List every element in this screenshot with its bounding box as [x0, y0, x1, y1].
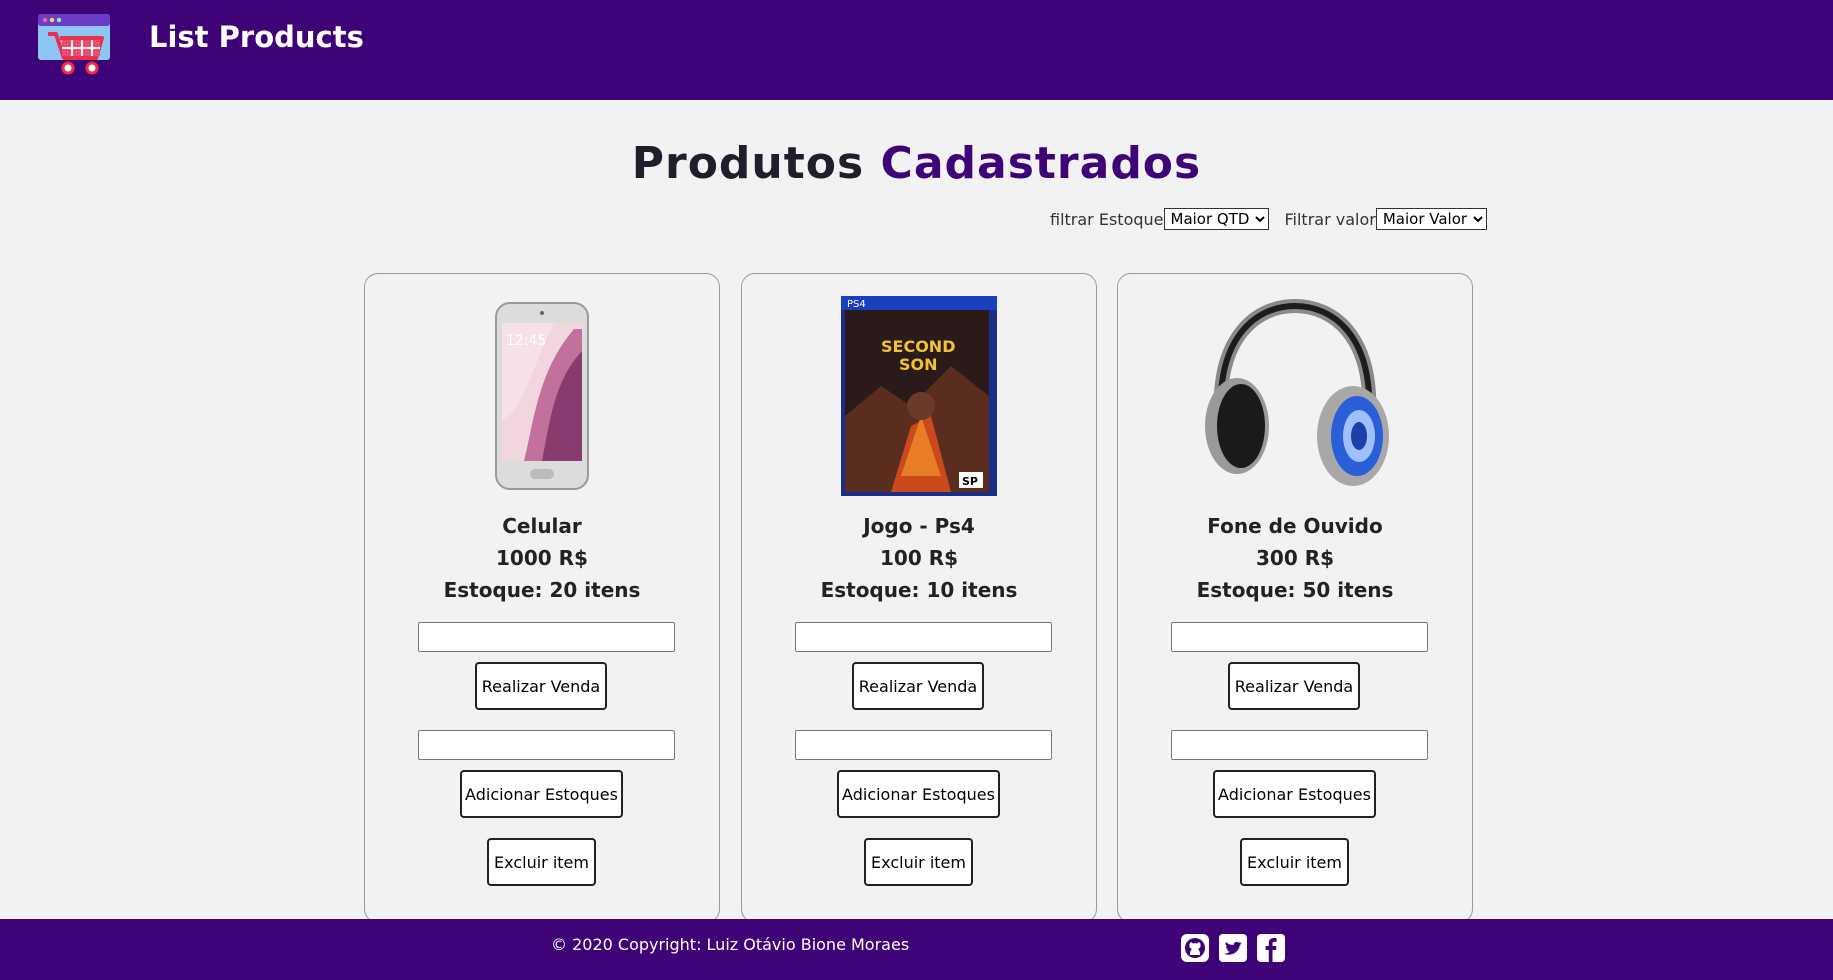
- product-name: Fone de Ouvido: [1207, 514, 1383, 538]
- ps4-game-cover-image: PS4 SECOND SON SP: [742, 296, 1096, 496]
- add-stock-button[interactable]: Adicionar Estoques: [837, 770, 1000, 818]
- sale-quantity-input[interactable]: [795, 622, 1052, 652]
- page-title: Produtos Cadastrados: [0, 138, 1833, 189]
- add-stock-button[interactable]: Adicionar Estoques: [460, 770, 623, 818]
- headphones-image: [1118, 296, 1472, 496]
- product-stock: Estoque: 50 itens: [1196, 578, 1394, 602]
- github-icon[interactable]: [1180, 933, 1210, 963]
- stock-filter-select[interactable]: Maior QTD: [1163, 208, 1269, 230]
- sell-button[interactable]: Realizar Venda: [475, 662, 607, 710]
- page-title-part1: Produtos: [631, 138, 865, 189]
- product-price: 1000 R$: [496, 546, 588, 570]
- sell-button[interactable]: Realizar Venda: [1228, 662, 1360, 710]
- sale-quantity-input[interactable]: [418, 622, 675, 652]
- facebook-icon[interactable]: [1256, 933, 1286, 963]
- social-links: [1180, 933, 1286, 963]
- svg-text:PS4: PS4: [847, 299, 866, 310]
- smartphone-image: 12:45: [365, 296, 719, 496]
- app-title: List Products: [149, 20, 364, 54]
- sale-quantity-input[interactable]: [1171, 622, 1428, 652]
- delete-item-button[interactable]: Excluir item: [487, 838, 596, 886]
- add-stock-input[interactable]: [1171, 730, 1428, 760]
- twitter-icon[interactable]: [1218, 933, 1248, 963]
- page-title-part2: Cadastrados: [880, 138, 1202, 189]
- product-card-fone-de-ouvido: Fone de Ouvido 300 R$ Estoque: 50 itens …: [1117, 273, 1473, 923]
- add-stock-button[interactable]: Adicionar Estoques: [1213, 770, 1376, 818]
- svg-text:SON: SON: [899, 355, 938, 374]
- shopping-cart-logo-icon: [38, 14, 110, 76]
- add-stock-input[interactable]: [418, 730, 675, 760]
- sell-button[interactable]: Realizar Venda: [852, 662, 984, 710]
- svg-text:12:45: 12:45: [506, 333, 546, 349]
- product-stock: Estoque: 10 itens: [820, 578, 1018, 602]
- product-card-celular: 12:45 Celular 1000 R$ Estoque: 20 itens …: [364, 273, 720, 923]
- product-card-jogo-ps4: PS4 SECOND SON SP Jogo - Ps4 100 R$ Esto…: [741, 273, 1097, 923]
- svg-text:SP: SP: [962, 475, 978, 488]
- stock-filter-label: filtrar Estoque: [1050, 209, 1164, 229]
- copyright-text: © 2020 Copyright: Luiz Otávio Bione Mora…: [551, 935, 910, 954]
- header-bar: List Products: [0, 0, 1833, 100]
- filters-bar: filtrar Estoque Maior QTD Filtrar valor …: [1050, 208, 1487, 230]
- product-name: Celular: [502, 514, 582, 538]
- product-stock: Estoque: 20 itens: [443, 578, 641, 602]
- footer-bar: © 2020 Copyright: Luiz Otávio Bione Mora…: [0, 919, 1833, 980]
- value-filter-label: Filtrar valor: [1284, 209, 1376, 229]
- value-filter-select[interactable]: Maior Valor: [1375, 208, 1487, 230]
- add-stock-input[interactable]: [795, 730, 1052, 760]
- delete-item-button[interactable]: Excluir item: [864, 838, 973, 886]
- delete-item-button[interactable]: Excluir item: [1240, 838, 1349, 886]
- product-price: 100 R$: [879, 546, 959, 570]
- svg-text:SECOND: SECOND: [881, 337, 955, 356]
- product-name: Jogo - Ps4: [863, 514, 975, 538]
- product-price: 300 R$: [1255, 546, 1335, 570]
